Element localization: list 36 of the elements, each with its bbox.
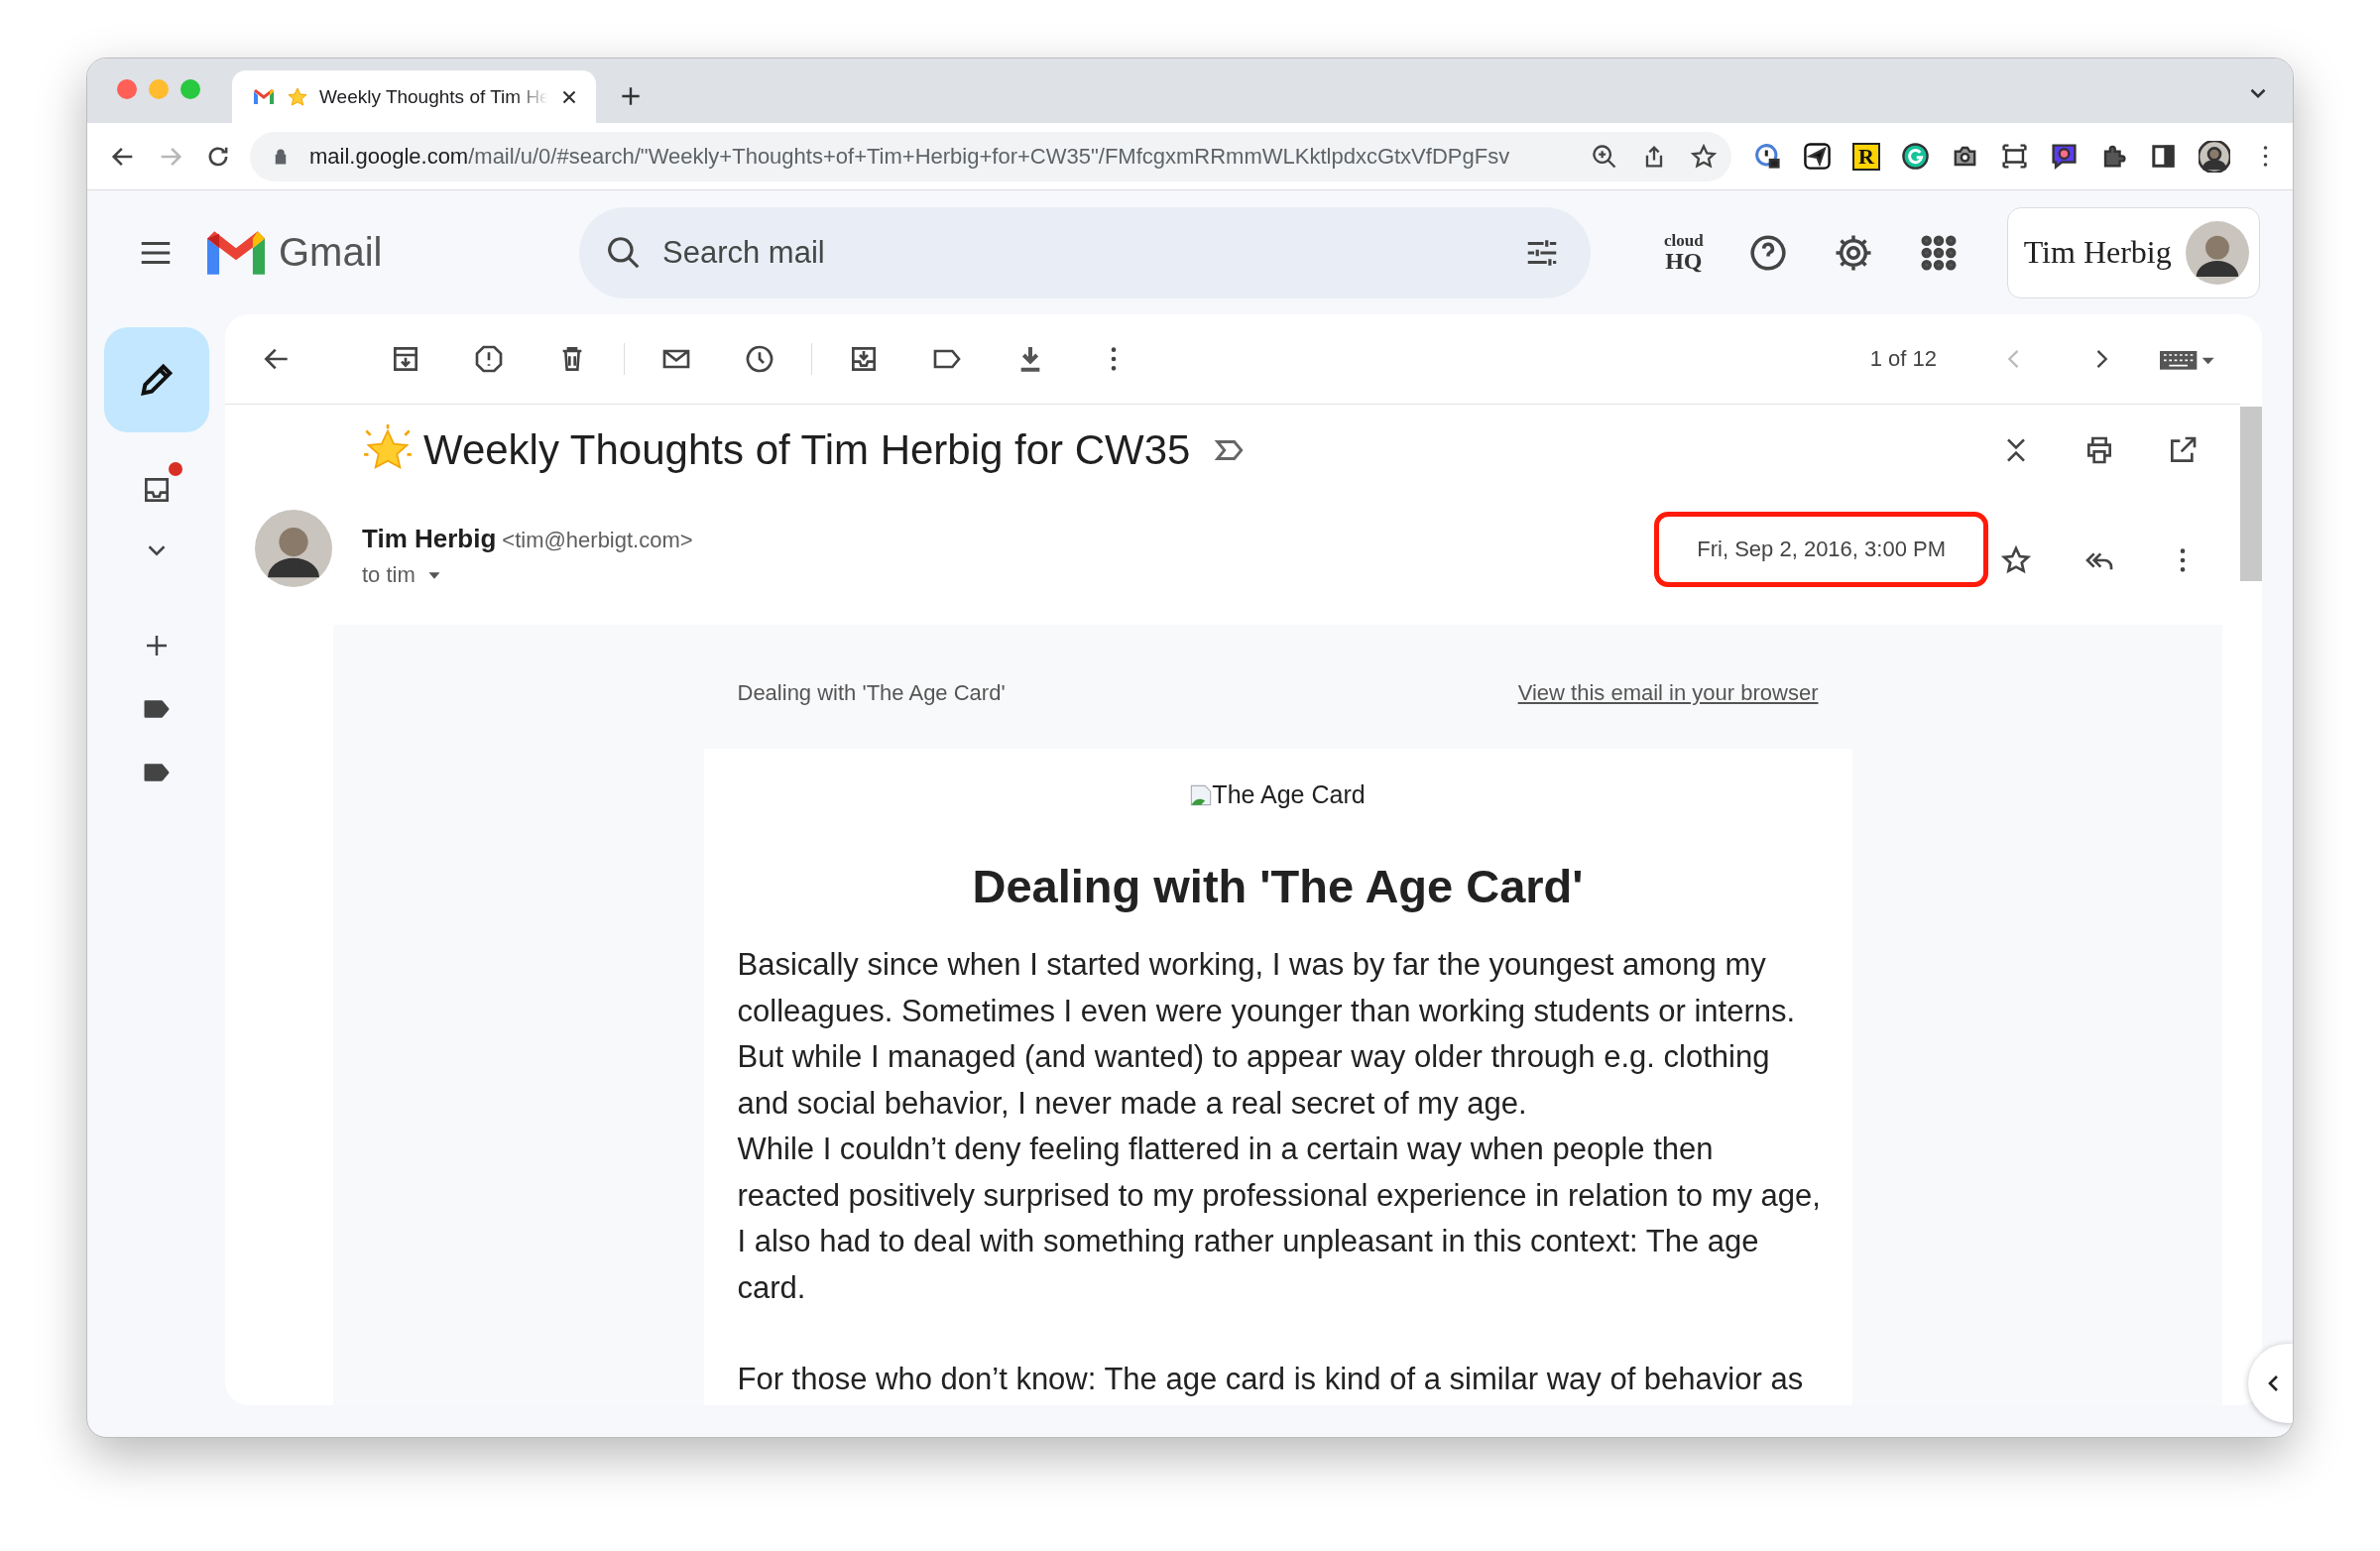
paragraph: Basically since when I started working, I was by far the youngest among my colleagues. Sometimes I even were younger than working students or interns. But while I managed (and wanted) to appear way older through e.g. clothing and social behavior, I never made a real secret of my age. While I couldn’t deny feeling flattered in a certain way when people then reacted positively surprised to my professional experience in relation to my age, I also had to deal with something rather unpleasant in this context: The age card. [737,946,1819,1307]
star-icon[interactable] [2000,544,2032,576]
message-position: 1 of 12 [1869,346,1937,372]
email-subject: Weekly Thoughts of Tim Herbig for CW35 [423,426,1191,474]
zoom-icon[interactable] [1591,142,1618,171]
scrollbar-thumb[interactable] [2240,407,2262,581]
gmail-wordmark[interactable]: Gmail [279,230,383,275]
side-panel-toggle[interactable] [2248,1344,2293,1423]
addon-logo[interactable]: cloud HQ [1664,232,1704,273]
compose-button[interactable] [103,327,209,432]
preheader-text: Dealing with 'The Age Card' [737,680,1006,706]
account-avatar [2185,220,2249,285]
sender-name: Tim Herbig [362,524,497,553]
image-alt-text: The Age Card [1212,780,1366,809]
profile-avatar[interactable] [2199,140,2230,173]
paper-plane-icon[interactable] [1803,142,1832,171]
search-field[interactable]: Search mail [579,206,1591,298]
broken-image-icon [1190,783,1213,806]
screen-frame-icon[interactable] [2000,142,2029,171]
search-input[interactable]: Search mail [660,233,1523,272]
report-spam-icon[interactable] [473,343,505,375]
account-chip[interactable]: Tim Herbig [2006,206,2260,298]
clock-icon[interactable] [744,343,775,375]
address-bar[interactable]: mail.google.com/mail/u/0/#search/"Weekly+Thoughts+of+Tim+Herbig+for+CW35"/FMfcgxmRRmmWLKktlpdxcGtxVfDPgFsv [250,131,1731,181]
recipient-text: to tim [362,562,416,588]
view-in-browser-link[interactable]: View this email in your browser [1517,680,1819,706]
padlock-circle-icon[interactable] [1753,142,1782,171]
side-panel-icon[interactable] [2149,142,2178,171]
bookmark-star-icon[interactable] [1690,142,1718,171]
sender-email: <tim@herbigt.com> [502,528,693,552]
chat-bubble-icon[interactable] [2050,142,2079,171]
gmail-logo-icon[interactable] [207,230,265,275]
extension-letter-icon[interactable]: R [1852,142,1880,171]
email-heading: Dealing with 'The Age Card' [971,859,1585,914]
paragraph: For those who don’t know: The age card is kind of a similar way of behavior as [737,1361,1805,1399]
message-date: Fri, Sep 2, 2016, 3:00 PM [1654,512,1988,587]
